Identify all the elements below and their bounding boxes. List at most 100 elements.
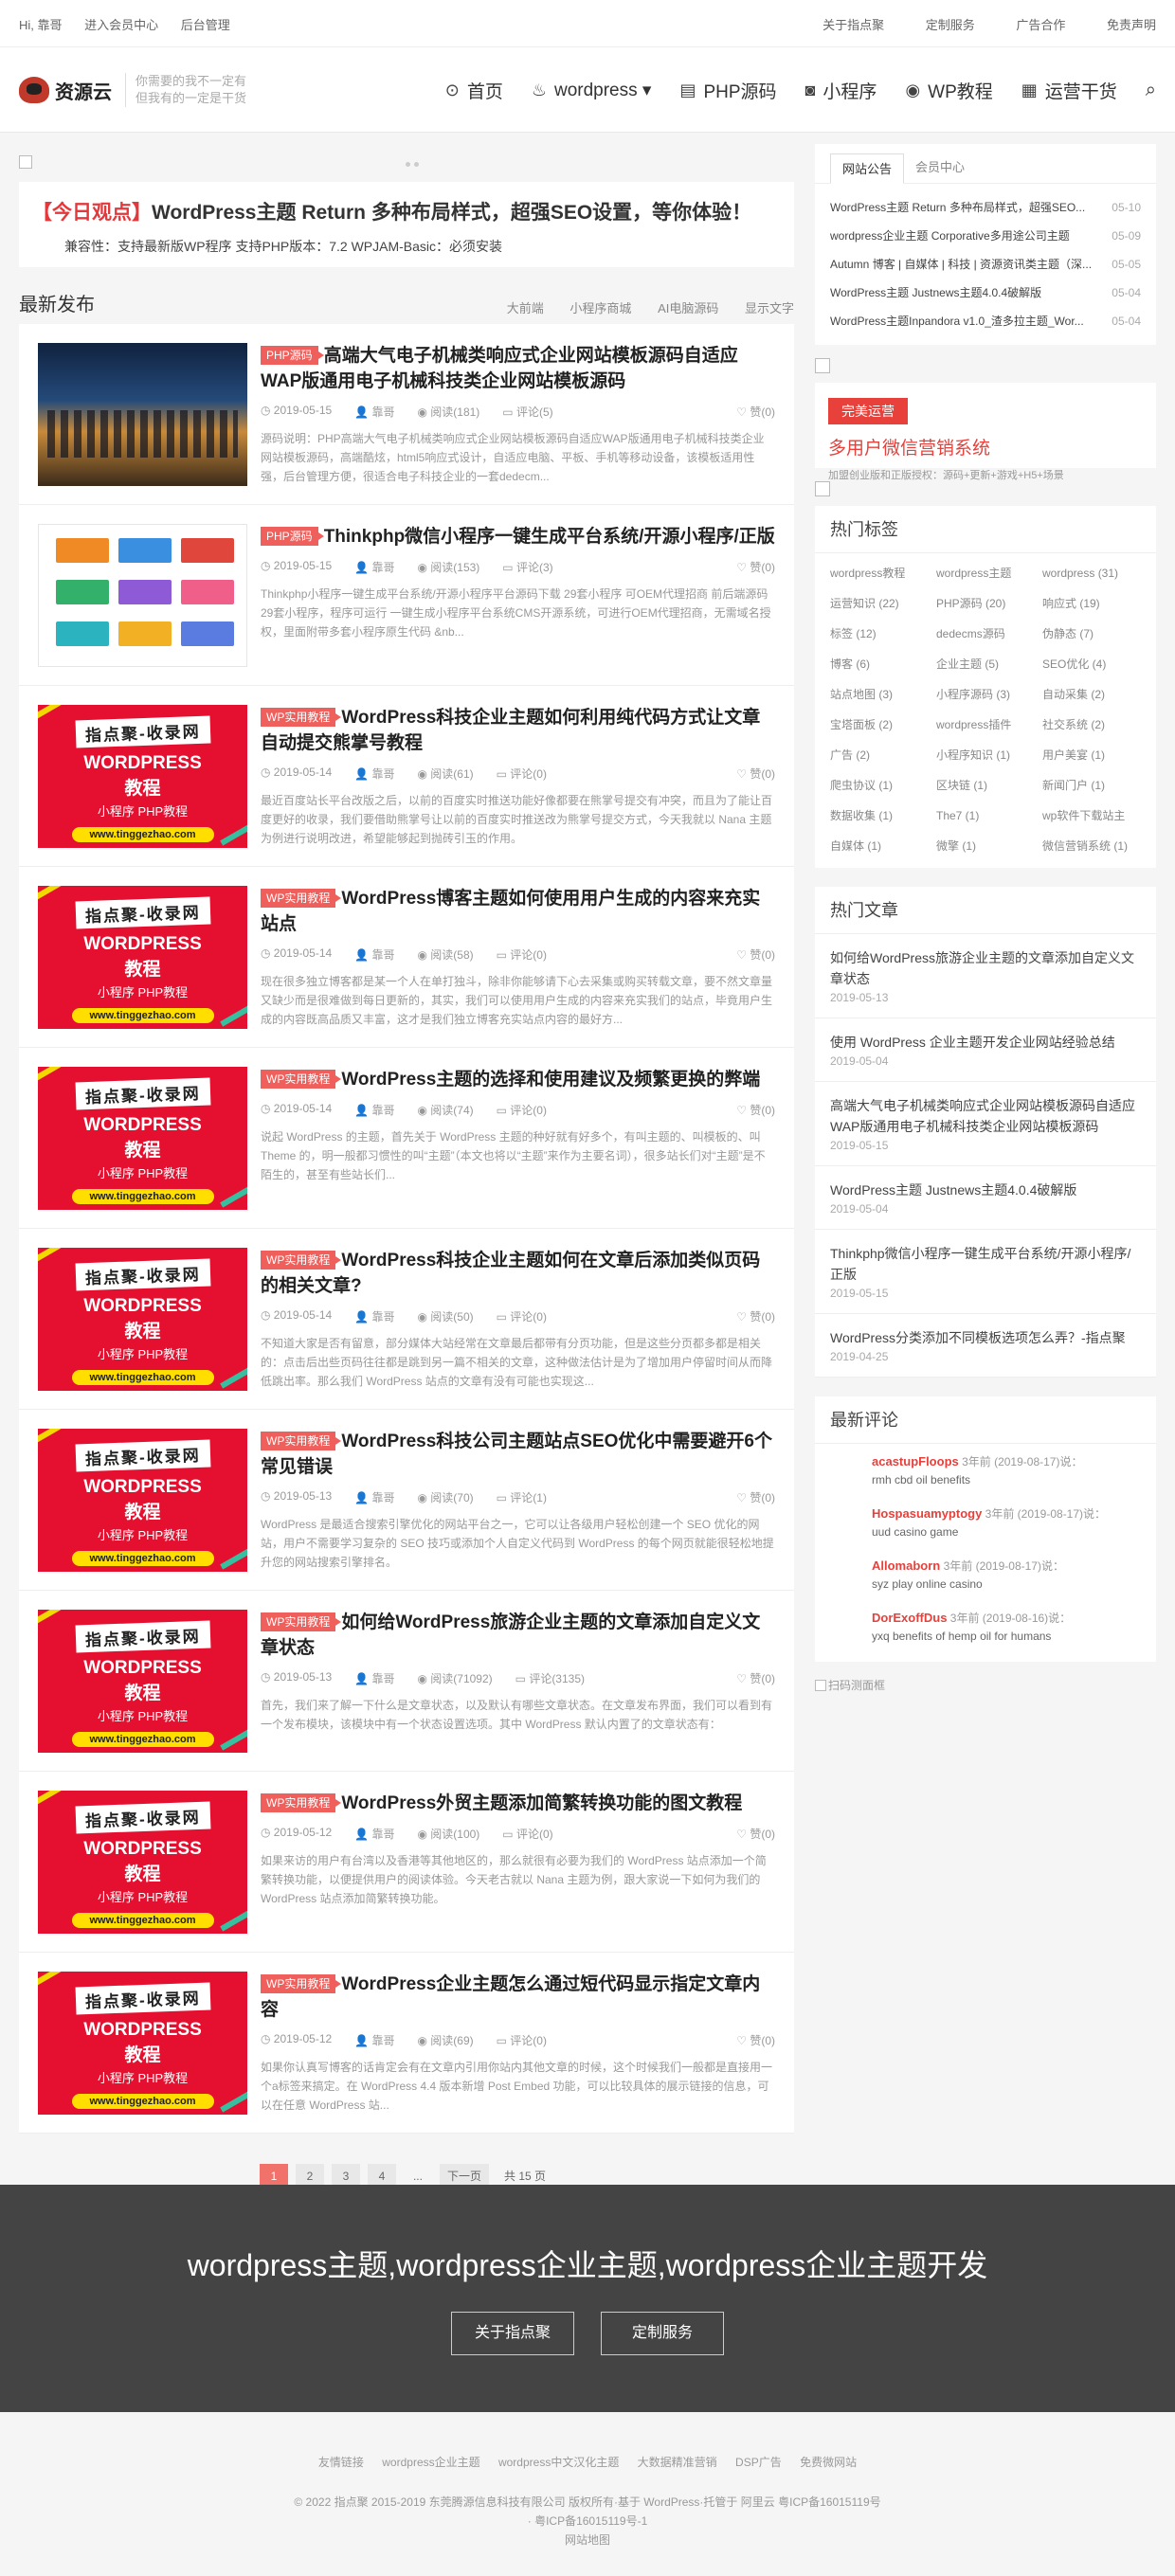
post-category-badge[interactable]: WP实用教程: [261, 1432, 342, 1450]
post-comments[interactable]: ▭ 评论(0): [497, 766, 547, 782]
tag-link[interactable]: 社交系统 (2): [1042, 712, 1141, 737]
post-author[interactable]: 👤 靠哥: [354, 1102, 394, 1118]
tag-link[interactable]: 运营知识 (22): [830, 591, 929, 616]
post-category-badge[interactable]: PHP源码: [261, 527, 324, 546]
member-center-link[interactable]: 进入会员中心: [84, 18, 158, 32]
tag-link[interactable]: 用户美宴 (1): [1042, 743, 1141, 767]
section-tab[interactable]: 大前端: [507, 301, 544, 315]
post-like-button[interactable]: ♡ 赞(0): [736, 766, 775, 782]
tag-link[interactable]: 站点地图 (3): [830, 682, 929, 707]
tag-link[interactable]: 数据收集 (1): [830, 803, 929, 828]
post-title[interactable]: WP实用教程 如何给WordPress旅游企业主题的文章添加自定义文章状态: [261, 1610, 775, 1661]
post-author[interactable]: 👤 靠哥: [354, 1670, 394, 1686]
admin-link[interactable]: 后台管理: [181, 18, 230, 32]
comment-author[interactable]: Allomaborn: [872, 1558, 940, 1573]
section-tab[interactable]: AI电脑源码: [658, 301, 718, 315]
post-comments[interactable]: ▭ 评论(0): [497, 946, 547, 963]
post-author[interactable]: 👤 靠哥: [354, 766, 394, 782]
tag-link[interactable]: PHP源码 (20): [936, 591, 1035, 616]
comment-item[interactable]: DorExoffDus 3年前 (2019-08-16)说： yxq benefi…: [815, 1600, 1156, 1652]
tag-link[interactable]: SEO优化 (4): [1042, 652, 1141, 676]
post-like-button[interactable]: ♡ 赞(0): [736, 2032, 775, 2048]
post-author[interactable]: 👤 靠哥: [354, 1489, 394, 1505]
icp-line[interactable]: · 粤ICP备16015119号-1: [0, 2512, 1175, 2531]
post-like-button[interactable]: ♡ 赞(0): [736, 946, 775, 963]
tag-link[interactable]: wordpress教程: [830, 561, 929, 585]
about-link[interactable]: 关于指点聚: [822, 18, 884, 32]
about-button[interactable]: 关于指点聚: [451, 2312, 574, 2355]
disclaimer-link[interactable]: 免责声明: [1107, 18, 1156, 32]
hot-post-item[interactable]: WordPress分类添加不同模板选项怎么弄？-指点聚 2019-04-25: [815, 1314, 1156, 1378]
post-comments[interactable]: ▭ 评论(0): [502, 1826, 552, 1842]
post-like-button[interactable]: ♡ 赞(0): [736, 1102, 775, 1118]
post-title[interactable]: WP实用教程 WordPress主题的选择和使用建议及频繁更换的弊端: [261, 1067, 775, 1092]
tag-link[interactable]: 企业主题 (5): [936, 652, 1035, 676]
tag-link[interactable]: wordpress (31): [1042, 561, 1141, 585]
announcement-item[interactable]: WordPress主题Inpandora v1.0_渣多拉主题_Wor... 05…: [830, 307, 1141, 335]
nav-miniapp[interactable]: ◙ 小程序: [805, 78, 877, 103]
post-comments[interactable]: ▭ 评论(0): [497, 2032, 547, 2048]
section-tab[interactable]: 小程序商城: [569, 301, 631, 315]
post-category-badge[interactable]: WP实用教程: [261, 1793, 342, 1812]
tag-link[interactable]: wp软件下载站主: [1042, 803, 1141, 828]
footer-link[interactable]: 免费微网站: [800, 2456, 857, 2469]
post-like-button[interactable]: ♡ 赞(0): [736, 1826, 775, 1842]
tab-announcement[interactable]: 网站公告: [830, 153, 905, 184]
hot-post-item[interactable]: WordPress主题 Justnews主题4.0.4破解版 2019-05-04: [815, 1166, 1156, 1230]
post-comments[interactable]: ▭ 评论(5): [502, 404, 552, 420]
site-logo[interactable]: 资源云 你需要的我不一定有 但我有的一定是干货: [19, 73, 246, 107]
post-thumbnail[interactable]: 指点聚-收录网 WORDPRESS 教程 小程序 PHP教程 www.tinggezha…: [38, 1067, 247, 1210]
comment-author[interactable]: DorExoffDus: [872, 1611, 947, 1625]
post-category-badge[interactable]: WP实用教程: [261, 889, 342, 908]
search-icon[interactable]: ⌕: [1146, 80, 1156, 101]
post-title[interactable]: WP实用教程 WordPress科技企业主题如何在文章后添加类似页码的相关文章?: [261, 1248, 775, 1299]
tag-link[interactable]: 标签 (12): [830, 621, 929, 646]
post-like-button[interactable]: ♡ 赞(0): [736, 404, 775, 420]
section-tab[interactable]: 显示文字: [745, 301, 794, 315]
comment-item[interactable]: Allomaborn 3年前 (2019-08-17)说： syz play on…: [815, 1548, 1156, 1600]
announcement-item[interactable]: WordPress主题 Return 多种布局样式，超强SEO... 05-10: [830, 193, 1141, 222]
post-author[interactable]: 👤 靠哥: [354, 404, 394, 420]
post-thumbnail[interactable]: 指点聚-收录网 WORDPRESS 教程 小程序 PHP教程 www.tinggezha…: [38, 886, 247, 1029]
tag-link[interactable]: 广告 (2): [830, 743, 929, 767]
post-title[interactable]: WP实用教程 WordPress科技企业主题如何利用纯代码方式让文章自动提交熊掌号…: [261, 705, 775, 756]
post-comments[interactable]: ▭ 评论(3135): [515, 1670, 585, 1686]
slider-dots[interactable]: [406, 155, 423, 170]
post-title[interactable]: PHP源码 高端大气电子机械类响应式企业网站模板源码自适应WAP版通用电子机械科技…: [261, 343, 775, 394]
comment-author[interactable]: Hospasuamyptogy: [872, 1506, 982, 1521]
tag-link[interactable]: 自媒体 (1): [830, 834, 929, 858]
hot-post-item[interactable]: 高端大气电子机械类响应式企业网站模板源码自适应WAP版通用电子机械科技类企业网站…: [815, 1082, 1156, 1166]
tag-link[interactable]: 微擎 (1): [936, 834, 1035, 858]
post-author[interactable]: 👤 靠哥: [354, 1826, 394, 1842]
post-category-badge[interactable]: WP实用教程: [261, 1251, 342, 1270]
hot-post-item[interactable]: Thinkphp微信小程序一键生成平台系统/开源小程序/正版 2019-05-15: [815, 1230, 1156, 1314]
footer-link[interactable]: wordpress企业主题: [382, 2456, 479, 2469]
post-comments[interactable]: ▭ 评论(0): [497, 1308, 547, 1324]
ad-banner[interactable]: 完美运营 多用户微信营销系统 加盟创业版和正版授权：源码+更新+游戏+H5+场景: [815, 383, 1156, 481]
post-thumbnail[interactable]: [38, 343, 247, 486]
tag-link[interactable]: 博客 (6): [830, 652, 929, 676]
post-category-badge[interactable]: PHP源码: [261, 346, 324, 365]
post-title[interactable]: WP实用教程 WordPress博客主题如何使用用户生成的内容来充实站点: [261, 886, 775, 937]
nav-php[interactable]: ▤ PHP源码: [679, 78, 776, 103]
tag-link[interactable]: 响应式 (19): [1042, 591, 1141, 616]
sitemap-link[interactable]: 网站地图: [0, 2531, 1175, 2549]
announcement-item[interactable]: Autumn 博客 | 自媒体 | 科技 | 资源资讯类主题（深... 05-05: [830, 250, 1141, 279]
nav-wordpress[interactable]: ♨ wordpress ▾: [532, 80, 652, 101]
user-greeting[interactable]: Hi, 靠哥: [19, 18, 63, 32]
footer-link[interactable]: wordpress中文汉化主题: [498, 2456, 619, 2469]
tag-link[interactable]: wordpress插件: [936, 712, 1035, 737]
post-comments[interactable]: ▭ 评论(3): [502, 559, 552, 575]
post-like-button[interactable]: ♡ 赞(0): [736, 1489, 775, 1505]
announcement-item[interactable]: wordpress企业主题 Corporative多用途公司主题 05-09: [830, 222, 1141, 250]
tag-link[interactable]: 小程序知识 (1): [936, 743, 1035, 767]
post-like-button[interactable]: ♡ 赞(0): [736, 559, 775, 575]
post-comments[interactable]: ▭ 评论(1): [497, 1489, 547, 1505]
notice-title[interactable]: WordPress主题 Return 多种布局样式，超强SEO设置，等你体验！: [152, 202, 751, 224]
tag-link[interactable]: wordpress主题: [936, 561, 1035, 585]
post-title[interactable]: PHP源码 Thinkphp微信小程序一键生成平台系统/开源小程序/正版: [261, 524, 775, 549]
post-author[interactable]: 👤 靠哥: [354, 1308, 394, 1324]
post-thumbnail[interactable]: 指点聚-收录网 WORDPRESS 教程 小程序 PHP教程 www.tinggezha…: [38, 1429, 247, 1572]
post-title[interactable]: WP实用教程 WordPress外贸主题添加简繁转换功能的图文教程: [261, 1791, 775, 1816]
tab-member-center[interactable]: 会员中心: [904, 153, 976, 183]
